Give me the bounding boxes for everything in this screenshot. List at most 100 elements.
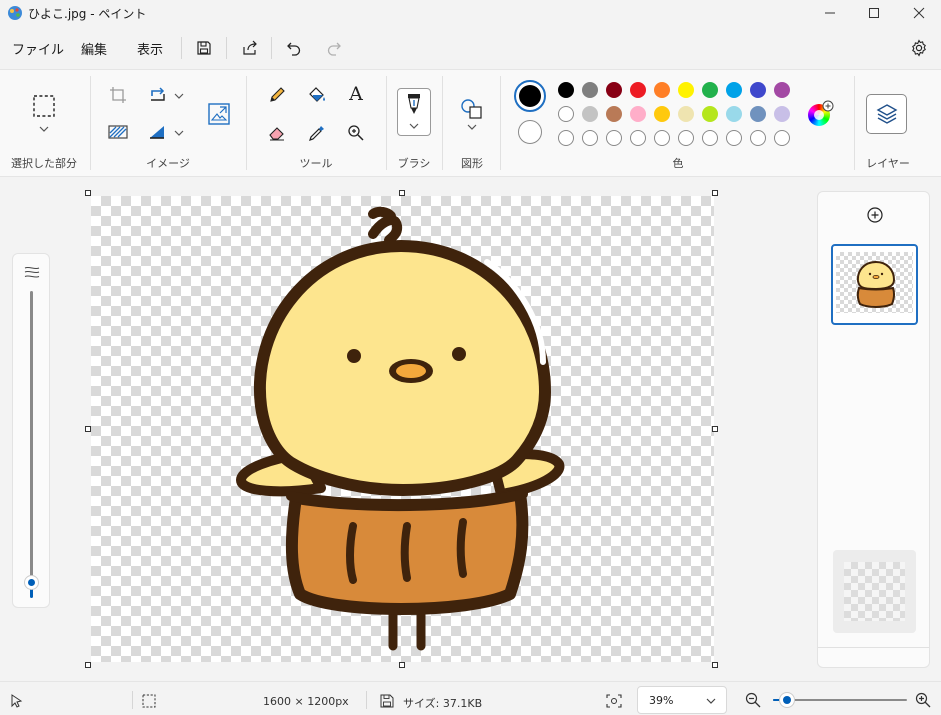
zoom-in-button[interactable] — [915, 692, 931, 708]
resize-button[interactable] — [207, 102, 231, 126]
close-icon — [913, 7, 925, 19]
resize-handle-top-left[interactable] — [85, 190, 91, 196]
palette-color-swatch[interactable] — [726, 82, 742, 98]
file-size: サイズ: 37.1KB — [403, 697, 483, 710]
palette-color-swatch[interactable] — [630, 82, 646, 98]
close-button[interactable] — [896, 0, 941, 26]
eraser-tool[interactable] — [265, 121, 289, 145]
resize-handle-left[interactable] — [85, 426, 91, 432]
magnifier-tool[interactable] — [344, 121, 368, 145]
menu-view[interactable]: 表示 — [137, 39, 163, 58]
fill-tool[interactable] — [305, 83, 329, 107]
drawing-canvas[interactable] — [91, 196, 714, 662]
shapes-button[interactable] — [460, 97, 484, 121]
brush-icon — [408, 94, 420, 114]
custom-color-slot[interactable] — [654, 130, 670, 146]
save-icon — [197, 41, 211, 55]
palette-color-swatch[interactable] — [582, 82, 598, 98]
add-layer-button[interactable] — [866, 206, 884, 224]
palette-color-swatch[interactable] — [774, 106, 790, 122]
palette-color-swatch[interactable] — [750, 106, 766, 122]
palette-color-swatch[interactable] — [678, 106, 694, 122]
zoom-out-button[interactable] — [745, 692, 761, 708]
ribbon-toolbar: 選択した部分 イメージ A ツール ブラシ 図形 色 レイヤー — [0, 69, 941, 177]
redo-button[interactable] — [323, 37, 345, 59]
chevron-down-icon — [174, 130, 184, 136]
custom-color-slot[interactable] — [702, 130, 718, 146]
resize-handle-bottom[interactable] — [399, 662, 405, 668]
fit-to-window-icon[interactable] — [606, 694, 622, 708]
zoom-value: 39% — [649, 694, 674, 707]
layer-thumbnail-selected[interactable] — [831, 244, 918, 325]
resize-handle-top[interactable] — [399, 190, 405, 196]
palette-color-swatch[interactable] — [606, 106, 622, 122]
custom-color-slot[interactable] — [726, 130, 742, 146]
rotate-button[interactable] — [146, 83, 170, 107]
custom-color-slot[interactable] — [678, 130, 694, 146]
crop-button[interactable] — [106, 83, 130, 107]
palette-color-swatch[interactable] — [582, 106, 598, 122]
group-label-shapes: 図形 — [461, 157, 483, 170]
edit-colors-button[interactable] — [808, 100, 834, 126]
brush-selector-button[interactable] — [397, 88, 431, 136]
brush-size-track[interactable] — [30, 291, 33, 581]
layers-panel — [817, 191, 930, 668]
palette-color-swatch[interactable] — [726, 106, 742, 122]
zoom-slider-thumb[interactable] — [779, 692, 795, 708]
zoom-select[interactable]: 39% — [637, 686, 727, 714]
image-effects-button[interactable] — [106, 120, 130, 144]
palette-color-swatch[interactable] — [630, 106, 646, 122]
resize-handle-top-right[interactable] — [712, 190, 718, 196]
palette-color-swatch[interactable] — [606, 82, 622, 98]
selection-tool-button[interactable] — [31, 93, 57, 119]
secondary-color-selector[interactable] — [518, 120, 542, 144]
group-divider — [90, 76, 91, 170]
status-divider — [132, 691, 133, 709]
palette-color-swatch[interactable] — [702, 106, 718, 122]
group-divider — [500, 76, 501, 170]
menu-file[interactable]: ファイル — [12, 39, 64, 58]
palette-color-swatch[interactable] — [558, 106, 574, 122]
brush-size-thumb[interactable] — [24, 575, 39, 590]
primary-color-selector[interactable] — [514, 80, 546, 112]
palette-color-swatch[interactable] — [558, 82, 574, 98]
maximize-button[interactable] — [851, 0, 897, 26]
pencil-tool[interactable] — [265, 83, 289, 107]
rotate-dropdown[interactable] — [171, 84, 187, 108]
palette-color-swatch[interactable] — [702, 82, 718, 98]
undo-button[interactable] — [283, 37, 305, 59]
flip-dropdown[interactable] — [171, 121, 187, 145]
custom-color-slot[interactable] — [582, 130, 598, 146]
text-tool[interactable]: A — [344, 82, 368, 106]
custom-color-slot[interactable] — [750, 130, 766, 146]
custom-color-slot[interactable] — [774, 130, 790, 146]
minimize-button[interactable] — [807, 0, 853, 26]
settings-button[interactable] — [908, 37, 930, 59]
palette-color-swatch[interactable] — [654, 106, 670, 122]
save-button[interactable] — [193, 37, 215, 59]
palette-color-swatch[interactable] — [774, 82, 790, 98]
shapes-dropdown[interactable] — [460, 120, 484, 134]
zoom-in-icon — [348, 125, 364, 141]
custom-color-slot[interactable] — [606, 130, 622, 146]
resize-handle-bottom-right[interactable] — [712, 662, 718, 668]
custom-color-slot[interactable] — [558, 130, 574, 146]
zoom-slider[interactable] — [773, 692, 907, 708]
resize-handle-right[interactable] — [712, 426, 718, 432]
palette-color-swatch[interactable] — [750, 82, 766, 98]
eraser-icon — [269, 127, 284, 141]
layers-button[interactable] — [866, 94, 907, 134]
resize-handle-bottom-left[interactable] — [85, 662, 91, 668]
color-picker-tool[interactable] — [305, 121, 329, 145]
group-label-selection: 選択した部分 — [11, 157, 77, 170]
menu-edit[interactable]: 編集 — [81, 39, 107, 58]
flip-button[interactable] — [146, 120, 170, 144]
selection-dropdown[interactable] — [34, 122, 54, 136]
share-button[interactable] — [239, 37, 261, 59]
custom-color-slot[interactable] — [630, 130, 646, 146]
palette-color-swatch[interactable] — [678, 82, 694, 98]
palette-color-swatch[interactable] — [654, 82, 670, 98]
image-effects-icon — [108, 125, 128, 139]
minimize-icon — [825, 12, 835, 14]
layer-thumbnail-empty[interactable] — [833, 550, 916, 633]
